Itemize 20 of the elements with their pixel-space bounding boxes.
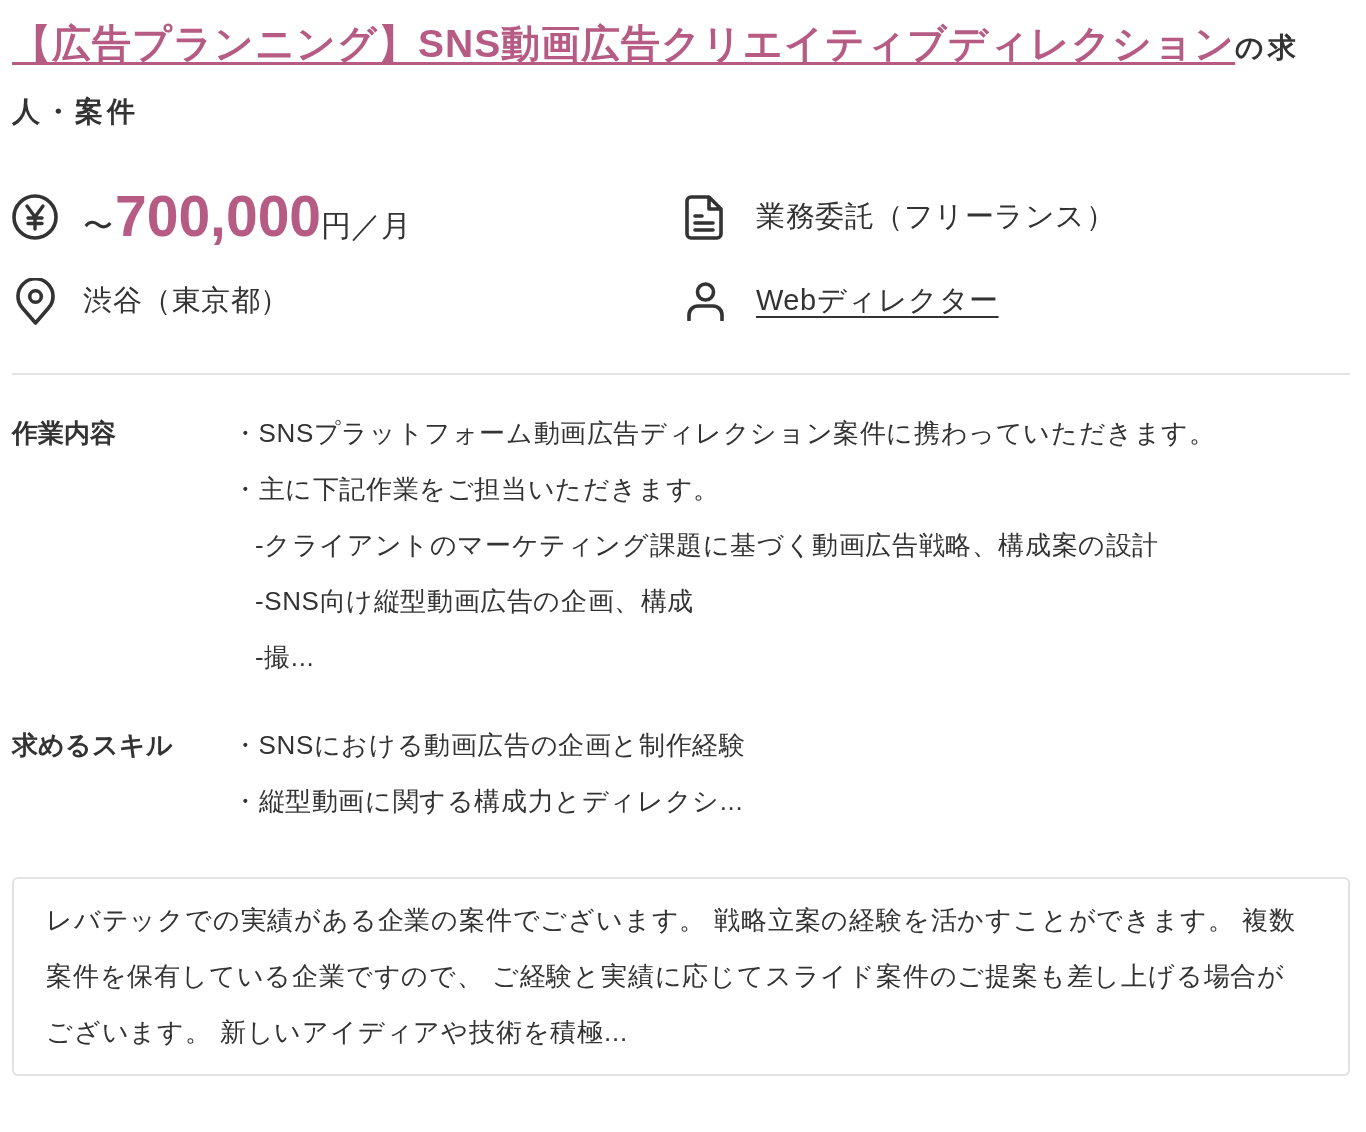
yen-icon (12, 194, 58, 240)
location-text: 渋谷（東京都） (83, 283, 290, 318)
list-item: -撮... (254, 641, 316, 674)
contract-type-text: 業務委託（フリーランス） (756, 199, 1115, 234)
person-icon (687, 281, 724, 321)
list-item: ・SNSプラットフォーム動画広告ディレクション案件に携わっていただきます。 (232, 417, 1217, 450)
job-title-link[interactable]: 【広告プランニング】SNS動画広告クリエイティブディレクション (12, 22, 1236, 65)
list-item: ・縦型動画に関する構成力とディレクシ... (232, 785, 745, 818)
section-label: 作業内容 (12, 417, 117, 450)
job-title: 【広告プランニング】SNS動画広告クリエイティブディレクションの求人・案件 (12, 21, 1301, 129)
map-pin-icon (14, 277, 57, 325)
note-text: レバテックでの実績がある企業の案件でございます。 戦略立案の経験を活かすことができます。 複数案件を保有している企業ですので、 ご経験と実績に応じてスライド案件のご提案も差し上げる場合がございます。 新しいアイディアや技術を積極... (46, 904, 1298, 1049)
salary-text: 〜700,000円／月 (83, 187, 412, 247)
list-item: ・主に下記作業をご担当いただきます。 (232, 473, 721, 506)
section-label: 求めるスキル (12, 729, 174, 762)
list-item: -SNS向け縦型動画広告の企画、構成 (254, 585, 695, 618)
list-item: -クライアントのマーケティング課題に基づく動画広告戦略、構成案の設計 (254, 529, 1161, 562)
occupation-link[interactable]: Webディレクター (756, 281, 999, 321)
list-item: ・SNSにおける動画広告の企画と制作経験 (232, 729, 747, 762)
document-icon (685, 194, 723, 240)
